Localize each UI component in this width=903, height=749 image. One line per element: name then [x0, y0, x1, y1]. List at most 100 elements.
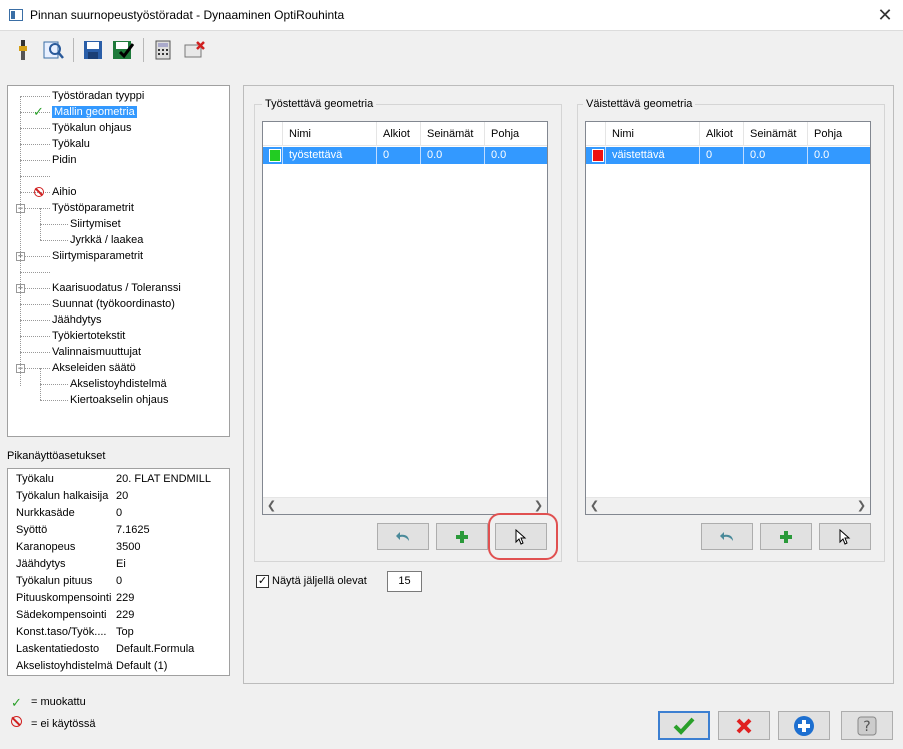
- elements-cell[interactable]: 0: [377, 147, 421, 164]
- delete-icon[interactable]: [182, 37, 208, 63]
- ok-button[interactable]: [658, 711, 710, 740]
- undo-button[interactable]: [701, 523, 753, 550]
- quickview-value: 0: [116, 575, 123, 587]
- quickview-value: Default (1): [116, 660, 168, 672]
- machined-geometry-grid[interactable]: Nimi Alkiot Seinämät Pohja työstettävä 0…: [262, 121, 548, 515]
- tree-item[interactable]: Työkalu: [52, 136, 90, 152]
- show-remaining-checkbox[interactable]: ✓: [256, 575, 269, 588]
- disabled-icon: [34, 187, 44, 197]
- list-item: Työkalu 20. FLAT ENDMILL: [8, 471, 229, 488]
- walls-cell[interactable]: 0.0: [421, 147, 485, 164]
- table-row[interactable]: väistettävä 0 0.0 0.0: [586, 147, 870, 164]
- undo-button[interactable]: [377, 523, 429, 550]
- quickview-value: Ei: [116, 558, 126, 570]
- save-icon[interactable]: [80, 37, 106, 63]
- column-header-elements[interactable]: Alkiot: [377, 122, 421, 146]
- tree-connector: [40, 224, 68, 225]
- elements-cell[interactable]: 0: [700, 147, 744, 164]
- table-row[interactable]: työstettävä 0 0.0 0.0: [263, 147, 547, 164]
- color-cell: [586, 147, 606, 164]
- quickview-value: 229: [116, 609, 135, 621]
- magnify-file-icon[interactable]: [40, 37, 66, 63]
- list-item: Työkalun pituus 0: [8, 573, 229, 590]
- list-item: Laskentatiedosto Default.Formula: [8, 641, 229, 658]
- tree-connector: [40, 384, 68, 385]
- floor-cell[interactable]: 0.0: [808, 147, 870, 164]
- column-header-name[interactable]: Nimi: [283, 122, 377, 146]
- tree-item[interactable]: Valinnaismuuttujat: [52, 344, 141, 360]
- tree-item-label: Suunnat (työkoordinasto): [52, 298, 175, 310]
- show-remaining-label[interactable]: Näytä jäljellä olevat: [272, 575, 367, 587]
- tree-item-label: Kiertoakselin ohjaus: [70, 394, 169, 406]
- floor-cell[interactable]: 0.0: [485, 147, 547, 164]
- tree-item-label: Akselistoyhdistelmä: [70, 378, 167, 390]
- column-header-walls[interactable]: Seinämät: [421, 122, 485, 146]
- tree-item[interactable]: Työkalun ohjaus: [52, 120, 132, 136]
- cursor-icon: [839, 528, 851, 545]
- column-header-walls[interactable]: Seinämät: [744, 122, 808, 146]
- tree-item-label: Työstöparametrit: [52, 202, 134, 214]
- help-button[interactable]: ?: [841, 711, 893, 740]
- column-header-elements[interactable]: Alkiot: [700, 122, 744, 146]
- add-button[interactable]: [760, 523, 812, 550]
- tree-connector: [20, 304, 50, 305]
- disabled-icon: [11, 716, 22, 727]
- cancel-button[interactable]: [718, 711, 770, 740]
- select-button[interactable]: [495, 523, 547, 550]
- name-cell[interactable]: väistettävä: [606, 147, 700, 164]
- tree-item[interactable]: Suunnat (työkoordinasto): [52, 296, 175, 312]
- walls-cell[interactable]: 0.0: [744, 147, 808, 164]
- tree-item[interactable]: Akselistoyhdistelmä: [70, 376, 167, 392]
- tree-item[interactable]: Työstöradan tyyppi: [52, 88, 144, 104]
- tree-item[interactable]: Jyrkkä / laakea: [70, 232, 143, 248]
- tree-item[interactable]: Mallin geometria: [52, 104, 137, 120]
- window-title: Pinnan suurnopeustyöstöradat - Dynaamine…: [30, 8, 345, 22]
- quickview-key: Työkalun pituus: [16, 575, 93, 587]
- column-header-floor[interactable]: Pohja: [808, 122, 870, 146]
- tree-item[interactable]: Työkiertotekstit: [52, 328, 125, 344]
- quickview-title: Pikanäyttöasetukset: [7, 450, 106, 462]
- tree-item[interactable]: Akseleiden säätö: [52, 360, 136, 376]
- name-cell[interactable]: työstettävä: [283, 147, 377, 164]
- toolbar-separator: [73, 38, 74, 62]
- quickview-key: Syöttö: [16, 524, 48, 536]
- tree-item[interactable]: Työstöparametrit: [52, 200, 134, 216]
- plus-icon: [780, 530, 792, 543]
- avoid-geometry-grid[interactable]: Nimi Alkiot Seinämät Pohja väistettävä 0…: [585, 121, 871, 515]
- quickview-value: Default.Formula: [116, 643, 195, 655]
- tree-item[interactable]: Kiertoakselin ohjaus: [70, 392, 168, 408]
- color-cell: [263, 147, 283, 164]
- quickview-key: Työkalu: [16, 473, 54, 485]
- tree-item[interactable]: Kaarisuodatus / Toleranssi: [52, 280, 181, 296]
- scroll-right-icon[interactable]: ❯: [530, 498, 547, 514]
- quickview-key: Työkalun halkaisija: [16, 490, 109, 502]
- tree-item[interactable]: Pidin: [52, 152, 76, 168]
- add-new-button[interactable]: [778, 711, 830, 740]
- remaining-count-input[interactable]: 15: [387, 571, 422, 592]
- add-button[interactable]: [436, 523, 488, 550]
- tree-item[interactable]: Jäähdytys: [52, 312, 102, 328]
- toolbar-separator: [143, 38, 144, 62]
- close-button[interactable]: ✕: [870, 2, 900, 28]
- tree-connector: [20, 320, 50, 321]
- tree-item[interactable]: Siirtymiset: [70, 216, 121, 232]
- tree-item[interactable]: Aihio: [52, 184, 76, 200]
- tree-item[interactable]: Siirtymisparametrit: [52, 248, 143, 264]
- column-header-name[interactable]: Nimi: [606, 122, 700, 146]
- cross-icon: [736, 718, 752, 733]
- column-header-floor[interactable]: Pohja: [485, 122, 547, 146]
- color-swatch: [592, 149, 604, 162]
- legend-modified: = muokattu: [31, 696, 86, 708]
- tool-icon[interactable]: [10, 37, 36, 63]
- quickview-key: Akselistoyhdistelmä: [16, 660, 113, 672]
- list-item: Jäähdytys Ei: [8, 556, 229, 573]
- calculator-icon[interactable]: [150, 37, 176, 63]
- scroll-left-icon[interactable]: ❮: [586, 498, 603, 514]
- select-button[interactable]: [819, 523, 871, 550]
- scroll-right-icon[interactable]: ❯: [853, 498, 870, 514]
- horizontal-scrollbar[interactable]: ❮ ❯: [263, 497, 547, 514]
- horizontal-scrollbar[interactable]: ❮ ❯: [586, 497, 870, 514]
- quickview-key: Konst.taso/Työk....: [16, 626, 107, 638]
- save-check-icon[interactable]: [110, 37, 136, 63]
- scroll-left-icon[interactable]: ❮: [263, 498, 280, 514]
